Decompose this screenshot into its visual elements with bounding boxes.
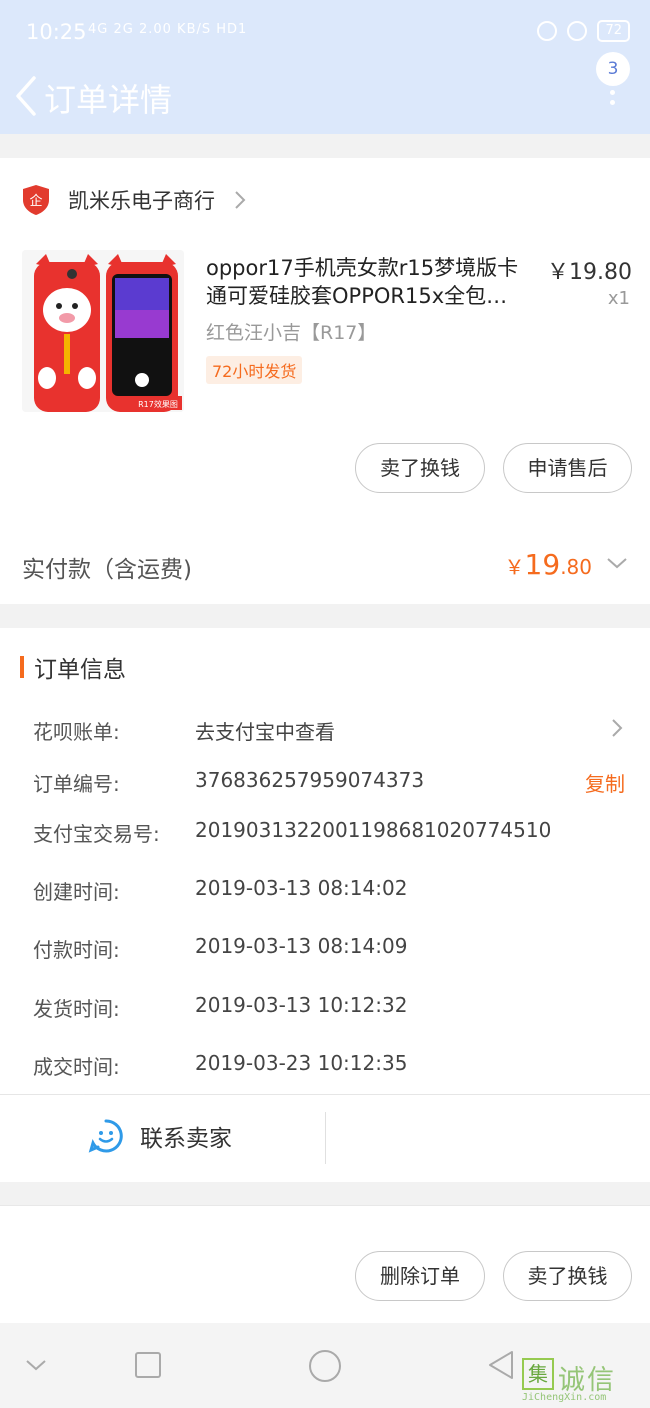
section-accent-bar <box>20 656 24 678</box>
lock-icon <box>537 21 558 41</box>
shop-icon-text: 企 <box>29 193 42 209</box>
more-menu-button[interactable]: 3 <box>596 52 632 122</box>
status-bar: 10:25 4G 2G 2.00 KB/S HD1 72 <box>0 0 650 62</box>
recent-apps-icon[interactable] <box>134 1351 162 1379</box>
sell-for-cash-button[interactable]: 卖了换钱 <box>503 1251 632 1301</box>
info-label: 花呗账单: <box>33 720 120 744</box>
divider <box>0 1094 650 1095</box>
chevron-right-icon <box>235 191 246 209</box>
amount-decimal: .80 <box>560 555 592 579</box>
info-value: 2019-03-23 10:12:35 <box>195 1051 408 1075</box>
info-label: 付款时间: <box>33 938 120 962</box>
info-value: 2019-03-13 08:14:09 <box>195 934 408 958</box>
order-item-card: 企 凯米乐电子商行 R17效果图 oppor17手机壳女款r15梦境版卡通可爱硅… <box>0 158 650 604</box>
amount-integer: 19 <box>524 548 561 581</box>
home-icon[interactable] <box>308 1349 342 1383</box>
info-value: 2019-03-13 10:12:32 <box>195 993 408 1017</box>
watermark-logo: 集 诚信 JiChengXin.com <box>522 1358 642 1404</box>
paid-amount: ￥19.80 <box>505 548 592 581</box>
product-thumbnail[interactable]: R17效果图 <box>22 250 184 412</box>
product-price: ￥19.80 <box>547 260 632 285</box>
huabei-row[interactable]: 花呗账单: 去支付宝中查看 <box>33 712 633 748</box>
product-quantity: x1 <box>607 288 630 309</box>
chevron-down-icon[interactable] <box>24 1357 48 1373</box>
network-speed: 2.00 KB/S <box>138 22 212 37</box>
order-info-card: 订单信息 花呗账单: 去支付宝中查看 订单编号: 376836257959074… <box>0 628 650 1182</box>
paid-amount-label: 实付款（含运费) <box>22 557 192 583</box>
alarm-icon <box>567 21 588 41</box>
thumb-label: R17效果图 <box>138 399 178 409</box>
deal-time-row: 成交时间: 2019-03-23 10:12:35 <box>33 1047 633 1083</box>
back-triangle-icon[interactable] <box>486 1349 516 1381</box>
back-arrow-icon[interactable] <box>12 74 42 118</box>
more-dots-icon <box>610 90 616 110</box>
bottom-action-bar: 删除订单 卖了换钱 <box>0 1205 650 1323</box>
currency-symbol: ￥ <box>504 555 525 579</box>
chevron-down-icon[interactable] <box>606 556 628 570</box>
watermark-url: JiChengXin.com <box>522 1392 607 1403</box>
shipping-tag: 72小时发货 <box>206 356 303 384</box>
shipped-time-row: 发货时间: 2019-03-13 10:12:32 <box>33 989 633 1025</box>
info-label: 订单编号: <box>33 772 120 796</box>
battery-icon: 72 <box>597 20 630 42</box>
product-variant: 红色汪小吉【R17】 <box>206 322 377 344</box>
notification-badge: 3 <box>596 52 630 86</box>
info-value: 去支付宝中查看 <box>195 720 335 744</box>
watermark-box: 集 <box>522 1358 554 1390</box>
nav-bar: 订单详情 3 <box>0 52 650 134</box>
contact-seller-button[interactable]: 联系卖家 <box>88 1118 232 1154</box>
hd-label: HD1 <box>216 22 248 37</box>
product-title[interactable]: oppor17手机壳女款r15梦境版卡通可爱硅胶套OPPOR15x全包… <box>206 254 536 310</box>
order-number: 376836257959074373 <box>195 768 425 792</box>
chevron-right-icon <box>612 719 623 737</box>
contact-seller-label: 联系卖家 <box>140 1126 232 1152</box>
chat-face-icon <box>88 1119 123 1153</box>
created-time-row: 创建时间: 2019-03-13 08:14:02 <box>33 872 633 908</box>
page-title: 订单详情 <box>44 81 173 119</box>
info-value: 2019-03-13 08:14:02 <box>195 876 408 900</box>
battery-level: 72 <box>605 23 622 38</box>
sell-for-cash-button[interactable]: 卖了换钱 <box>355 443 485 493</box>
order-number-row: 订单编号: 376836257959074373 复制 <box>33 764 633 800</box>
delete-order-button[interactable]: 删除订单 <box>355 1251 485 1301</box>
signal-text: 4G 2G <box>88 22 134 37</box>
shop-link[interactable]: 企 凯米乐电子商行 <box>22 180 247 220</box>
info-label: 成交时间: <box>33 1055 120 1079</box>
status-time: 10:25 <box>26 20 87 44</box>
shop-name: 凯米乐电子商行 <box>68 189 215 213</box>
info-label: 创建时间: <box>33 880 120 904</box>
copy-button[interactable]: 复制 <box>585 768 625 797</box>
after-sale-button[interactable]: 申请售后 <box>503 443 632 493</box>
enterprise-shield-icon: 企 <box>23 185 49 215</box>
product-image: R17效果图 <box>22 250 184 412</box>
info-label: 支付宝交易号: <box>33 822 160 846</box>
alipay-trade-row: 支付宝交易号: 2019031322001198681020774510 <box>33 814 633 850</box>
info-value: 2019031322001198681020774510 <box>195 818 552 842</box>
divider <box>325 1112 326 1164</box>
info-label: 发货时间: <box>33 997 120 1021</box>
signal-icon: 4G 2G 2.00 KB/S HD1 <box>88 22 247 37</box>
order-info-title: 订单信息 <box>34 657 126 683</box>
paid-time-row: 付款时间: 2019-03-13 08:14:09 <box>33 930 633 966</box>
